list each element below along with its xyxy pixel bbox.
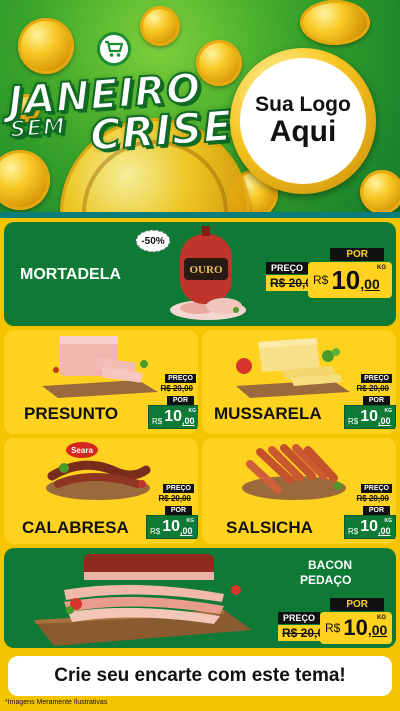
- new-price: R$ 10 ,00 KG: [344, 515, 396, 539]
- new-price: R$ 10 ,00 KG: [344, 405, 396, 429]
- currency-symbol: R$: [325, 621, 341, 635]
- disclaimer-footnote: *Imagens Meramente Ilustrativas: [5, 699, 108, 706]
- pack-brand-label: OURO: [190, 264, 223, 276]
- bacon-image: [34, 554, 252, 646]
- product-card-mussarela: MUSSARELA PREÇO R$ 20,00 POR R$ 10 ,00 K…: [202, 330, 396, 434]
- product-name-line2: PEDAÇO: [300, 573, 352, 587]
- price-integer: 10: [343, 615, 368, 640]
- por-label: POR: [330, 598, 384, 611]
- bacon-price-tag: PREÇO R$ 20,00 POR R$ 10 ,00 KG: [278, 598, 392, 644]
- unit-label: KG: [186, 518, 195, 524]
- mussarela-image: [236, 338, 350, 398]
- unit-label: KG: [377, 265, 386, 271]
- price-integer: 10: [360, 408, 379, 425]
- preco-label: PREÇO: [278, 612, 321, 624]
- currency-symbol: R$: [313, 273, 329, 287]
- old-price: R$ 20,00: [155, 493, 194, 504]
- product-name: CALABRESA: [22, 518, 129, 537]
- old-price: R$ 20,00: [157, 383, 196, 394]
- new-price: R$ 10 ,00 KG: [308, 262, 392, 298]
- gold-coin-icon: [360, 170, 400, 214]
- product-name: MORTADELA: [20, 266, 122, 283]
- gold-coin-icon: [18, 18, 74, 74]
- logo-placeholder: Sua Logo Aqui: [240, 58, 366, 184]
- header-divider: [0, 212, 400, 218]
- campaign-title-sem: SEM: [8, 113, 67, 144]
- price-tag: PREÇO R$ 20,00 POR R$ 10 ,00 KG: [144, 374, 198, 432]
- preco-label: PREÇO: [361, 374, 392, 383]
- por-label: POR: [362, 506, 390, 515]
- preco-label: PREÇO: [165, 374, 196, 383]
- currency-symbol: R$: [348, 527, 359, 536]
- currency-symbol: R$: [152, 417, 163, 426]
- product-name-line1: BACON: [308, 558, 352, 572]
- price-tag: PREÇO R$ 20,00 POR R$ 10 ,00 KG: [340, 484, 396, 542]
- product-name: MUSSARELA: [214, 404, 322, 423]
- product-card-calabresa: Seara CALABRESA PREÇO R$ 20,00 POR R$ 10…: [4, 438, 198, 544]
- price-cents: ,00: [180, 526, 193, 536]
- price-cents: ,00: [367, 622, 388, 638]
- product-name: PRESUNTO: [24, 404, 119, 423]
- campaign-title-crise: CRISE: [87, 100, 235, 161]
- price-tag: PREÇO R$ 20,00 POR R$ 10 ,00 KG: [142, 484, 198, 542]
- por-label: POR: [362, 396, 390, 405]
- featured-price-tag: PREÇO R$ 20,00 POR R$ 10 ,00 KG: [266, 248, 392, 304]
- price-cents: ,00: [378, 416, 391, 426]
- price-integer: 10: [164, 408, 183, 425]
- product-card-salsicha: SALSICHA PREÇO R$ 20,00 POR R$ 10 ,00 KG: [202, 438, 396, 544]
- unit-label: KG: [384, 518, 393, 524]
- gold-coin-icon: [0, 150, 50, 210]
- gold-coin-icon: [196, 40, 242, 86]
- calabresa-image: Seara: [46, 442, 151, 500]
- old-price: R$ 20,00: [353, 493, 392, 504]
- product-card-presunto: PRESUNTO PREÇO R$ 20,00 POR R$ 10 ,00 KG: [4, 330, 198, 434]
- price-tag: PREÇO R$ 20,00 POR R$ 10 ,00 KG: [340, 374, 396, 432]
- currency-symbol: R$: [348, 417, 359, 426]
- seara-brand-label: Seara: [71, 446, 93, 455]
- gold-coin-icon: [300, 0, 370, 45]
- new-price: R$ 10 ,00 KG: [148, 405, 198, 429]
- unit-label: KG: [188, 408, 197, 414]
- cta-text: Crie seu encarte com este tema!: [54, 665, 346, 686]
- por-label: POR: [330, 248, 384, 261]
- header-banner: JANEIRO SEM CRISE Sua Logo Aqui: [0, 0, 400, 218]
- new-price: R$ 10 ,00 KG: [320, 612, 392, 644]
- salsicha-image: [242, 444, 346, 500]
- price-cents: ,00: [378, 526, 391, 536]
- logo-text-line2: Aqui: [269, 115, 337, 149]
- currency-symbol: R$: [150, 527, 161, 536]
- featured-product-card: MORTADELA OURO -50% PREÇO R$ 20,00 POR R…: [4, 222, 396, 326]
- price-integer: 10: [331, 264, 361, 295]
- cta-banner[interactable]: Crie seu encarte com este tema!: [8, 656, 392, 696]
- shopping-cart-icon: [97, 32, 131, 66]
- price-integer: 10: [360, 518, 379, 535]
- por-label: POR: [164, 506, 192, 515]
- gold-coin-icon: [140, 6, 180, 46]
- price-cents: ,00: [360, 276, 380, 292]
- unit-label: KG: [377, 615, 386, 621]
- preco-label: PREÇO: [361, 484, 392, 493]
- product-name: SALSICHA: [226, 518, 313, 537]
- price-cents: ,00: [182, 416, 195, 426]
- mortadela-image: OURO: [170, 226, 246, 320]
- discount-badge: -50%: [136, 230, 170, 252]
- bacon-product-card: BACON PEDAÇO PREÇO R$ 20,00 POR R$ 10 ,0…: [4, 548, 396, 648]
- new-price: R$ 10 ,00 KG: [146, 515, 198, 539]
- por-label: POR: [166, 396, 194, 405]
- logo-text-line1: Sua Logo: [255, 93, 351, 117]
- price-integer: 10: [162, 518, 181, 535]
- unit-label: KG: [384, 408, 393, 414]
- old-price: R$ 20,00: [353, 383, 392, 394]
- preco-label: PREÇO: [163, 484, 194, 493]
- preco-label: PREÇO: [266, 262, 309, 274]
